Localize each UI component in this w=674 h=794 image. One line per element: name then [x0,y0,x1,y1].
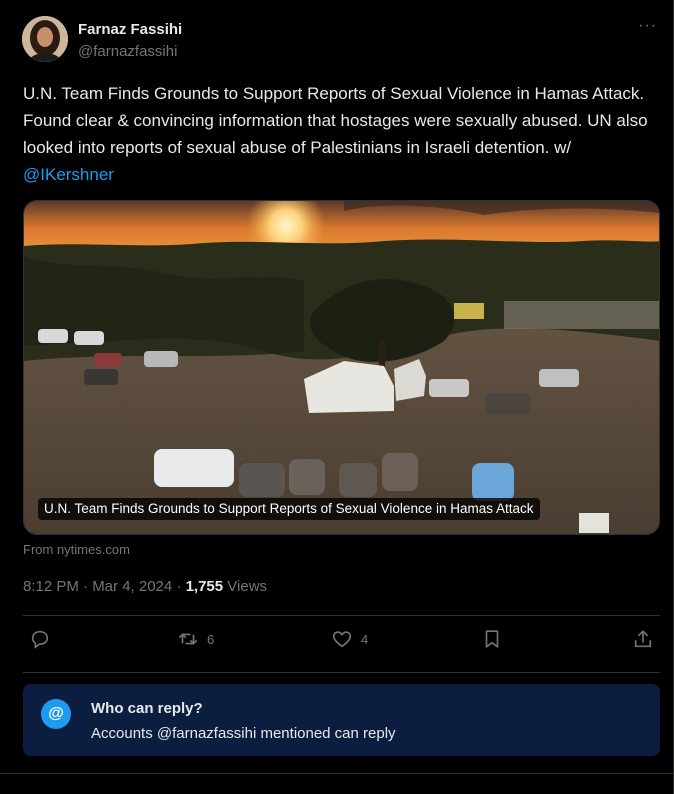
views-count: 1,755 [185,578,224,595]
divider [23,672,660,673]
share-button[interactable] [632,628,654,650]
views-label: Views [223,578,268,595]
tweet-timestamp[interactable]: 8:12 PM · Mar 4, 2024 · [23,578,186,595]
avatar[interactable] [22,16,68,62]
reply-icon [31,630,49,649]
link-card-image [24,201,659,534]
reply-restriction-title: Who can reply? [91,700,203,717]
reply-restriction-subtitle: Accounts @farnazfassihi mentioned can re… [91,725,396,742]
divider [0,773,674,774]
author-display-name[interactable]: Farnaz Fassihi [78,20,182,40]
tweet-text: U.N. Team Finds Grounds to Support Repor… [23,80,659,188]
tweet-meta: 8:12 PM · Mar 4, 2024 · 1,755 Views [23,578,267,595]
action-bar: 6 4 [23,628,660,660]
like-button[interactable]: 4 [331,628,368,650]
mention-link[interactable]: @IKershner [23,165,114,184]
at-sign-icon: @ [41,699,71,729]
bookmark-icon [485,630,499,648]
link-source[interactable]: From nytimes.com [23,542,130,557]
avatar-image [22,16,68,62]
bookmark-button[interactable] [481,628,503,650]
like-count: 4 [361,631,369,647]
tweet-text-body: U.N. Team Finds Grounds to Support Repor… [23,84,648,157]
link-card-caption: U.N. Team Finds Grounds to Support Repor… [38,498,540,520]
more-options-icon[interactable]: ··· [638,18,657,34]
tweet-detail-view: Farnaz Fassihi @farnazfassihi ··· U.N. T… [0,0,674,794]
link-preview-card[interactable]: U.N. Team Finds Grounds to Support Repor… [23,200,660,535]
heart-icon [332,631,352,648]
reply-button[interactable] [29,628,51,650]
retweet-button[interactable]: 6 [177,628,214,650]
retweet-count: 6 [207,631,215,647]
author-handle[interactable]: @farnazfassihi [78,42,182,62]
divider [23,615,660,616]
reply-restriction-notice: @ Who can reply? Accounts @farnazfassihi… [23,684,660,756]
share-icon [634,630,652,648]
retweet-icon [178,633,198,645]
tweet-header: Farnaz Fassihi @farnazfassihi [22,16,182,62]
